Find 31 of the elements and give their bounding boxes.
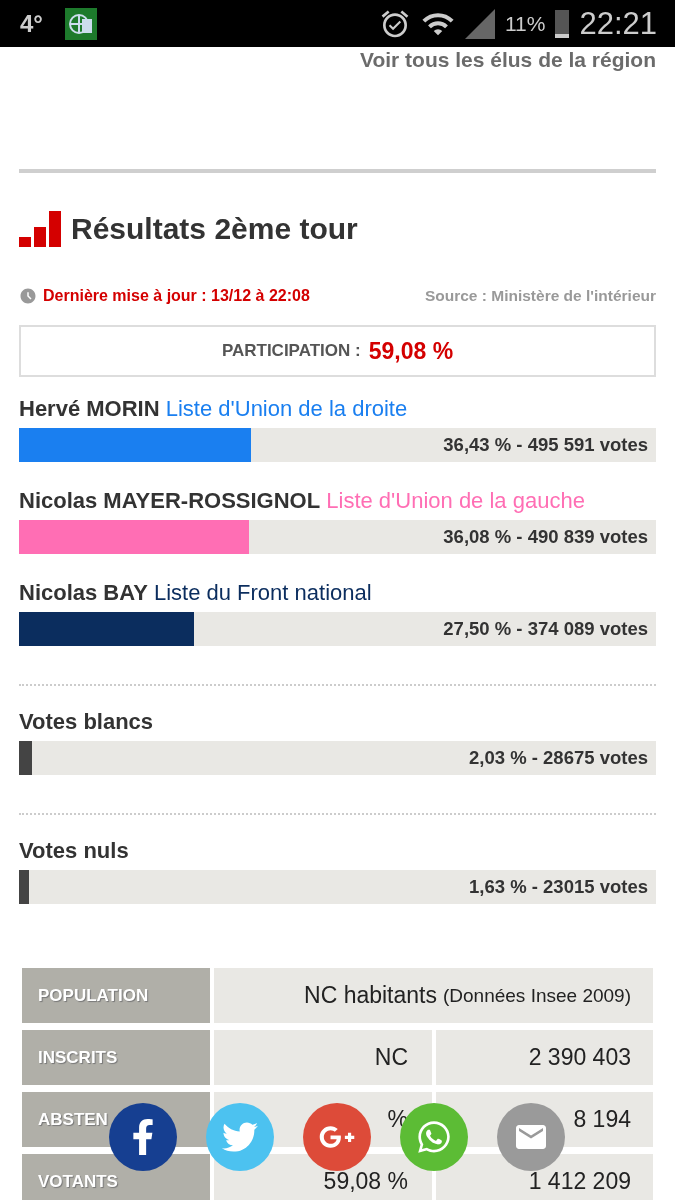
battery-icon xyxy=(555,9,570,38)
clock-icon xyxy=(19,287,37,305)
app-icon xyxy=(64,7,97,40)
stat-label: INSCRITS xyxy=(22,1030,210,1085)
result-value: 36,43 % - 495 591 votes xyxy=(443,434,649,456)
stat-value: NC xyxy=(214,1030,432,1085)
phone-bubble-icon xyxy=(416,1119,452,1155)
result-value: 2,03 % - 28675 votes xyxy=(469,747,649,769)
stat-value: NC habitants (Données Insee 2009) xyxy=(214,968,653,1023)
last-update: Dernière mise à jour : 13/12 à 22:08 xyxy=(43,287,310,305)
vote-category: Votes blancs xyxy=(19,709,154,734)
source: Source : Ministère de l'intérieur xyxy=(424,287,656,305)
all-elected-link[interactable]: Voir tous les élus de la région xyxy=(19,47,656,73)
result-value: 27,50 % - 374 089 votes xyxy=(443,618,649,640)
vote-category: Votes nuls xyxy=(19,838,129,863)
section-title: Résultats 2ème tour xyxy=(71,212,358,246)
temperature: 4° xyxy=(20,9,43,38)
bar-chart-icon xyxy=(19,211,61,247)
result-value: 1,63 % - 23015 votes xyxy=(469,876,649,898)
candidate-name: Nicolas MAYER-ROSSIGNOL Liste d'Union de la gauche xyxy=(19,487,586,515)
participation-value: 59,08 % xyxy=(368,337,454,365)
clock: 22:21 xyxy=(579,5,657,42)
bird-icon xyxy=(222,1119,258,1155)
stat-value: 2 390 403 xyxy=(436,1030,653,1085)
result-value: 36,08 % - 490 839 votes xyxy=(443,526,649,548)
stat-label: POPULATION xyxy=(22,968,210,1023)
candidate-name: Nicolas BAY Liste du Front national xyxy=(19,579,373,607)
participation-label: PARTICIPATION : xyxy=(221,341,361,361)
signal-icon xyxy=(464,8,495,39)
candidate-name: Hervé MORIN Liste d'Union de la droite xyxy=(19,395,409,423)
battery-percent: 11% xyxy=(504,11,546,36)
